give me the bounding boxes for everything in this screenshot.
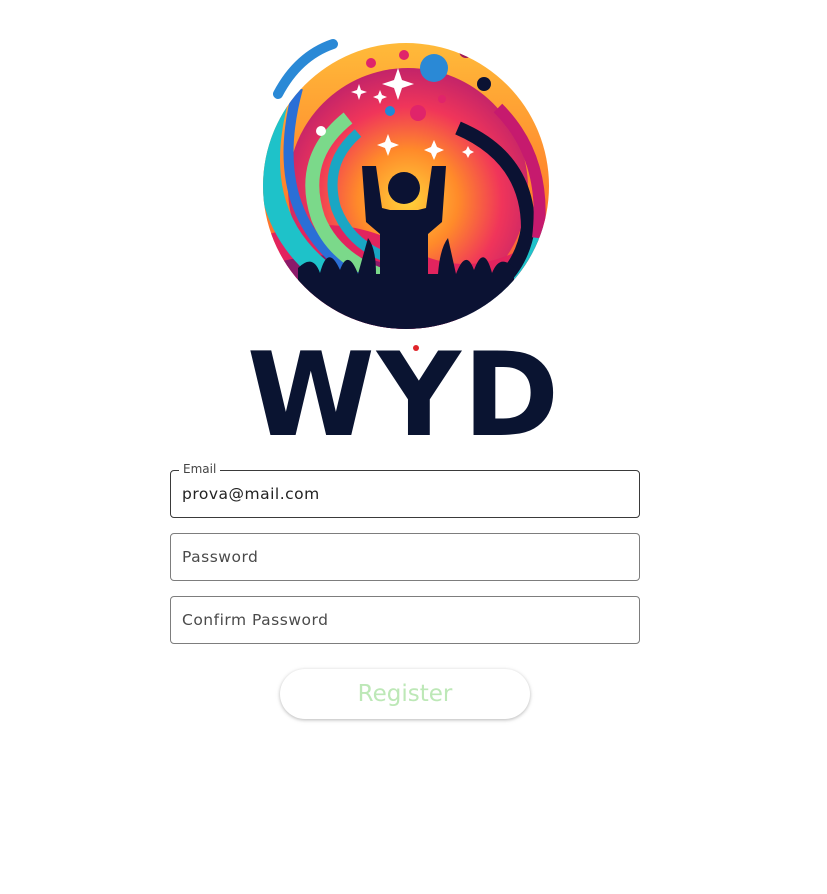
register-button[interactable]: Register [280, 669, 530, 719]
confirm-password-field[interactable] [170, 596, 640, 644]
app-logo [258, 38, 554, 334]
brand-accent-dot [413, 345, 419, 351]
brand-wordmark: WYD [246, 328, 562, 463]
password-input[interactable] [182, 534, 628, 580]
email-input[interactable] [182, 471, 628, 517]
email-field[interactable]: Email [170, 462, 640, 518]
logo-emblem-icon [263, 39, 549, 329]
confirm-password-input[interactable] [182, 597, 628, 643]
register-page: WYD Email Register [0, 0, 827, 894]
password-field[interactable] [170, 533, 640, 581]
